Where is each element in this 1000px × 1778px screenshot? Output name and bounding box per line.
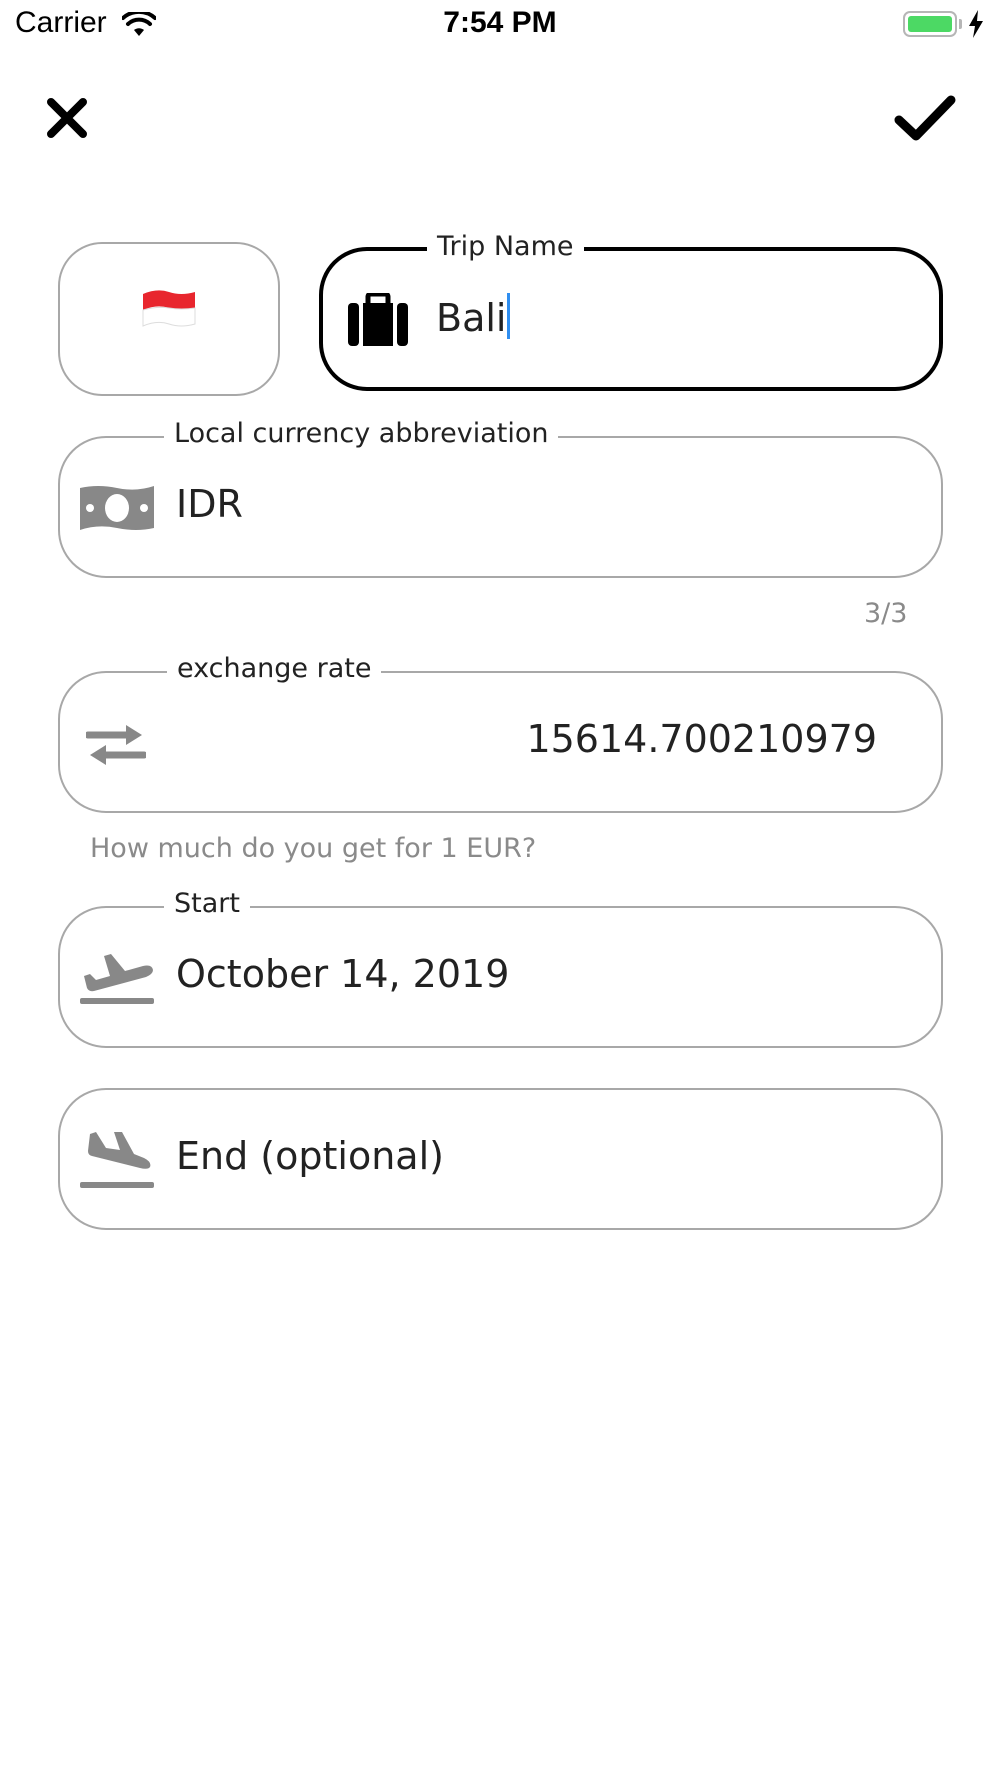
money-icon — [80, 482, 154, 538]
text-caret — [507, 293, 511, 339]
exchange-rate-label: exchange rate — [167, 653, 382, 684]
exchange-rate-input[interactable]: 15614.700210979 — [526, 717, 877, 761]
flag-picker-button[interactable] — [58, 242, 280, 396]
currency-field[interactable]: Local currency abbreviation IDR — [58, 418, 943, 578]
trip-name-input[interactable]: Bali — [436, 293, 511, 340]
plane-departure-icon — [80, 948, 154, 1008]
currency-input[interactable]: IDR — [176, 482, 243, 526]
end-date-input[interactable]: End (optional) — [176, 1134, 444, 1178]
close-icon — [47, 98, 87, 138]
status-time: 7:54 PM — [443, 6, 557, 39]
confirm-button[interactable] — [885, 78, 965, 158]
charging-bolt-icon — [968, 10, 984, 42]
flag-icon — [142, 290, 196, 327]
country-flag — [60, 288, 278, 332]
checkmark-icon — [894, 95, 956, 141]
trip-name-label: Trip Name — [427, 231, 584, 262]
exchange-rate-field[interactable]: exchange rate 15614.700210979 — [58, 653, 943, 813]
suitcase-icon — [347, 291, 409, 351]
battery-icon — [903, 11, 957, 37]
end-date-field[interactable]: End (optional) — [58, 1088, 943, 1230]
exchange-icon — [84, 721, 148, 773]
plane-arrival-icon — [80, 1130, 154, 1192]
currency-character-counter: 3/3 — [864, 598, 908, 629]
trip-name-value: Bali — [436, 296, 507, 340]
start-date-field[interactable]: Start October 14, 2019 — [58, 888, 943, 1048]
exchange-rate-helper: How much do you get for 1 EUR? — [90, 833, 537, 864]
trip-name-field[interactable]: Trip Name Bali — [319, 231, 943, 391]
start-date-label: Start — [164, 888, 250, 919]
start-date-input[interactable]: October 14, 2019 — [176, 952, 509, 996]
close-button[interactable] — [27, 78, 107, 158]
battery-cap — [959, 19, 962, 29]
currency-label: Local currency abbreviation — [164, 418, 559, 449]
